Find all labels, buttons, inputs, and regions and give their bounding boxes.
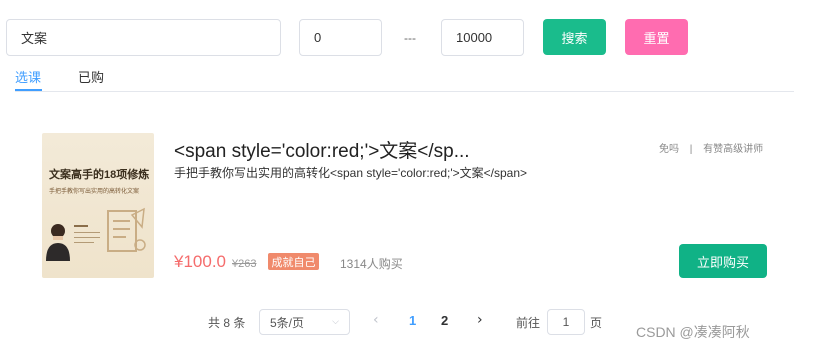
teacher-info: 免吗 | 有赞高级讲师 bbox=[659, 140, 763, 155]
thumb-subtitle: 手把手教你写出实用的高转化文案 bbox=[49, 189, 140, 195]
teacher-separator: | bbox=[689, 144, 693, 155]
price-max-input[interactable]: 10000 bbox=[441, 19, 524, 56]
pagination-total: 共 8 条 bbox=[208, 316, 246, 330]
goto-prefix: 前往 bbox=[516, 316, 541, 330]
search-button[interactable]: 搜索 bbox=[543, 19, 606, 55]
price-min-value: 0 bbox=[314, 30, 322, 45]
tab-select-course[interactable]: 选课 bbox=[15, 67, 41, 86]
page-size-select[interactable]: 5条/页 ⌵ bbox=[259, 309, 350, 335]
reset-button[interactable]: 重置 bbox=[625, 19, 688, 55]
course-price: ¥100.0 bbox=[174, 252, 226, 271]
course-title[interactable]: <span style='color:red;'>文案</sp... bbox=[174, 136, 470, 163]
page-number-1[interactable]: 1 bbox=[409, 313, 416, 328]
prev-page-icon[interactable]: ‹ bbox=[373, 312, 379, 328]
goto-page-input[interactable]: 1 bbox=[547, 309, 585, 335]
keyword-input[interactable]: 文案 bbox=[6, 19, 281, 56]
range-separator: --- bbox=[404, 31, 416, 45]
chevron-down-icon: ⌵ bbox=[332, 317, 339, 327]
status-badge: 成就自己 bbox=[268, 253, 319, 270]
teacher-portrait bbox=[46, 224, 70, 261]
price-min-input[interactable]: 0 bbox=[299, 19, 382, 56]
keyword-value: 文案 bbox=[21, 31, 48, 46]
teacher-title: 有赞高级讲师 bbox=[703, 144, 764, 155]
next-page-icon[interactable]: › bbox=[477, 312, 483, 328]
course-description: 手把手教你写出实用的高转化<span style='color:red;'>文案… bbox=[174, 166, 528, 180]
thumb-caption-lines bbox=[74, 225, 100, 243]
original-price: ¥263 bbox=[232, 258, 257, 270]
course-thumbnail[interactable]: 文案高手的18项修炼 手把手教你写出实用的高转化文案 bbox=[42, 133, 154, 278]
teacher-name: 免吗 bbox=[659, 144, 679, 155]
tab-purchased[interactable]: 已购 bbox=[78, 67, 104, 86]
page-size-value: 5条/页 bbox=[270, 315, 305, 330]
page-number-2[interactable]: 2 bbox=[441, 313, 448, 328]
tabs-divider bbox=[15, 91, 794, 92]
watermark: CSDN @凑凑阿秋 bbox=[636, 324, 750, 340]
price-max-value: 10000 bbox=[456, 30, 493, 45]
buy-now-button[interactable]: 立即购买 bbox=[679, 244, 767, 278]
goto-suffix: 页 bbox=[590, 316, 603, 330]
goto-page-value: 1 bbox=[562, 315, 570, 329]
thumb-illustration bbox=[107, 207, 146, 252]
thumb-title: 文案高手的18项修炼 bbox=[49, 169, 150, 181]
purchase-count: 1314人购买 bbox=[340, 257, 403, 271]
